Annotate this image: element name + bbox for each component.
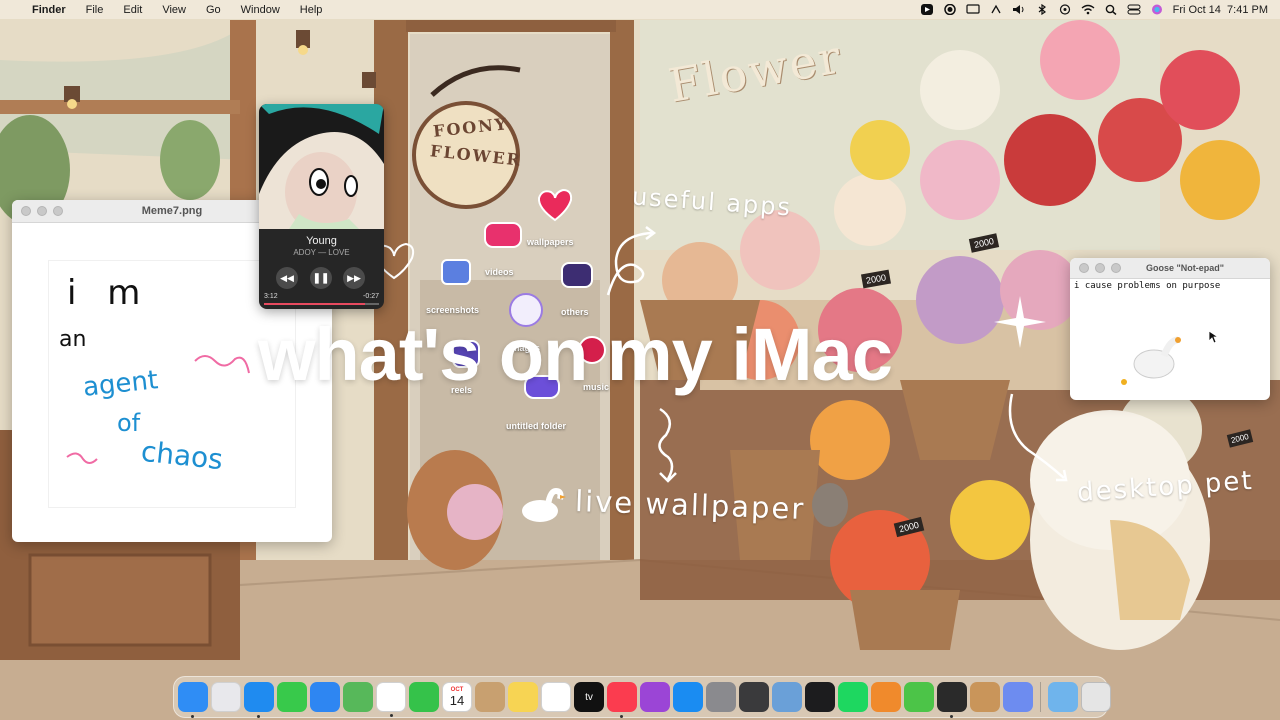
now-playing-artist: ADOY — LOVE	[293, 248, 350, 257]
running-indicator	[950, 715, 953, 718]
screen-recorder-icon[interactable]	[937, 682, 967, 718]
trash-icon[interactable]	[1081, 682, 1111, 712]
screen-recorder-status-icon[interactable]	[920, 4, 934, 15]
goose-notepad-window[interactable]: Goose "Not-epad" i cause problems on pur…	[1070, 258, 1270, 400]
previous-track-button[interactable]: ◀◀	[276, 267, 298, 289]
wallpapers-folder-icon[interactable]	[484, 222, 522, 248]
contacts-icon[interactable]	[475, 682, 505, 712]
appletv-icon[interactable]: tv	[574, 682, 604, 712]
spotlight-search-icon[interactable]	[1104, 4, 1118, 16]
control-center-icon[interactable]	[1127, 4, 1141, 15]
running-indicator	[257, 715, 260, 718]
appstore-icon[interactable]	[673, 682, 703, 712]
music-mini-player[interactable]: Young ADOY — LOVE ◀◀ ❚❚ ▶▶ 3:12 -0:27	[259, 104, 384, 309]
maps-icon[interactable]	[343, 682, 373, 712]
now-playing-track: Young	[306, 235, 337, 247]
dock: OCT 14 tv	[173, 676, 1111, 718]
display-icon[interactable]	[966, 4, 980, 15]
photos-icon[interactable]	[376, 682, 406, 717]
downloads-folder-icon[interactable]	[1048, 682, 1078, 712]
bluetooth-icon[interactable]	[1035, 3, 1049, 16]
safari-icon[interactable]	[244, 682, 274, 718]
goose-pet-icon	[522, 487, 566, 522]
running-indicator	[191, 715, 194, 718]
window-titlebar[interactable]: Goose "Not-epad"	[1070, 258, 1270, 279]
video-headline: what's on my iMac	[258, 313, 893, 396]
menu-bar: Finder File Edit View Go Window Help Fri…	[0, 0, 1280, 19]
videos-folder-label[interactable]: videos	[485, 267, 514, 277]
record-status-icon[interactable]	[943, 3, 957, 16]
heart-icon[interactable]	[536, 188, 574, 222]
volume-icon[interactable]	[1012, 4, 1026, 15]
curly-arrow-icon	[658, 407, 677, 483]
running-indicator	[390, 714, 393, 717]
curly-arrow-icon	[606, 226, 657, 296]
airplay-icon[interactable]	[1058, 4, 1072, 15]
calendar-day: 14	[449, 692, 465, 708]
menu-file[interactable]: File	[76, 4, 114, 16]
appletv-label: tv	[585, 691, 593, 703]
facetime-icon[interactable]	[409, 682, 439, 712]
menu-go[interactable]: Go	[196, 4, 231, 16]
album-art	[259, 104, 384, 229]
window-title: Goose "Not-epad"	[1145, 263, 1225, 273]
menu-edit[interactable]: Edit	[113, 4, 152, 16]
cursor-app-icon[interactable]	[871, 682, 901, 712]
sparkle-icon	[994, 296, 1046, 348]
pause-button[interactable]: ❚❚	[310, 267, 332, 289]
todo-icon[interactable]	[904, 682, 934, 712]
curly-arrow-icon	[1008, 393, 1068, 482]
videos-folder-icon[interactable]	[441, 259, 471, 285]
preview-icon[interactable]	[772, 682, 802, 712]
voice-memos-icon[interactable]	[805, 682, 835, 712]
goose-icon	[1121, 336, 1181, 385]
running-indicator	[620, 715, 623, 718]
calendar-icon[interactable]: OCT 14	[442, 682, 472, 712]
quicktime-icon[interactable]	[739, 682, 769, 712]
siri-icon[interactable]	[1150, 4, 1164, 15]
messages-icon[interactable]	[277, 682, 307, 712]
remaining-time: -0:27	[363, 293, 379, 300]
notepad-text[interactable]: i cause problems on purpose	[1074, 281, 1220, 291]
spotify-icon[interactable]	[838, 682, 868, 712]
archive-icon[interactable]	[970, 682, 1000, 712]
wallpapers-folder-label[interactable]: wallpapers	[527, 237, 574, 247]
wifi-icon[interactable]	[1081, 4, 1095, 15]
menu-window[interactable]: Window	[231, 4, 290, 16]
finder-icon[interactable]	[178, 682, 208, 718]
playback-progress-fill	[264, 303, 366, 305]
infinity-icon[interactable]	[1003, 682, 1033, 712]
mouse-cursor-icon	[1208, 330, 1220, 344]
music-icon[interactable]	[607, 682, 637, 718]
notes-icon[interactable]	[508, 682, 538, 712]
elapsed-time: 3:12	[264, 293, 278, 300]
playback-progress-bar[interactable]	[264, 303, 379, 305]
launchpad-icon[interactable]	[211, 682, 241, 712]
untitled-folder-label[interactable]: untitled folder	[506, 421, 566, 431]
systemprefs-icon[interactable]	[706, 682, 736, 712]
airdrop-icon[interactable]	[989, 4, 1003, 15]
others-folder-icon[interactable]	[561, 262, 593, 288]
menu-view[interactable]: View	[152, 4, 196, 16]
menu-help[interactable]: Help	[290, 4, 333, 16]
mail-icon[interactable]	[310, 682, 340, 712]
reminders-icon[interactable]	[541, 682, 571, 712]
menubar-clock[interactable]: Fri Oct 14 7:41 PM	[1173, 4, 1268, 16]
dock-separator	[1040, 682, 1041, 712]
menu-app-name[interactable]: Finder	[22, 4, 76, 16]
podcasts-icon[interactable]	[640, 682, 670, 712]
next-track-button[interactable]: ▶▶	[343, 267, 365, 289]
